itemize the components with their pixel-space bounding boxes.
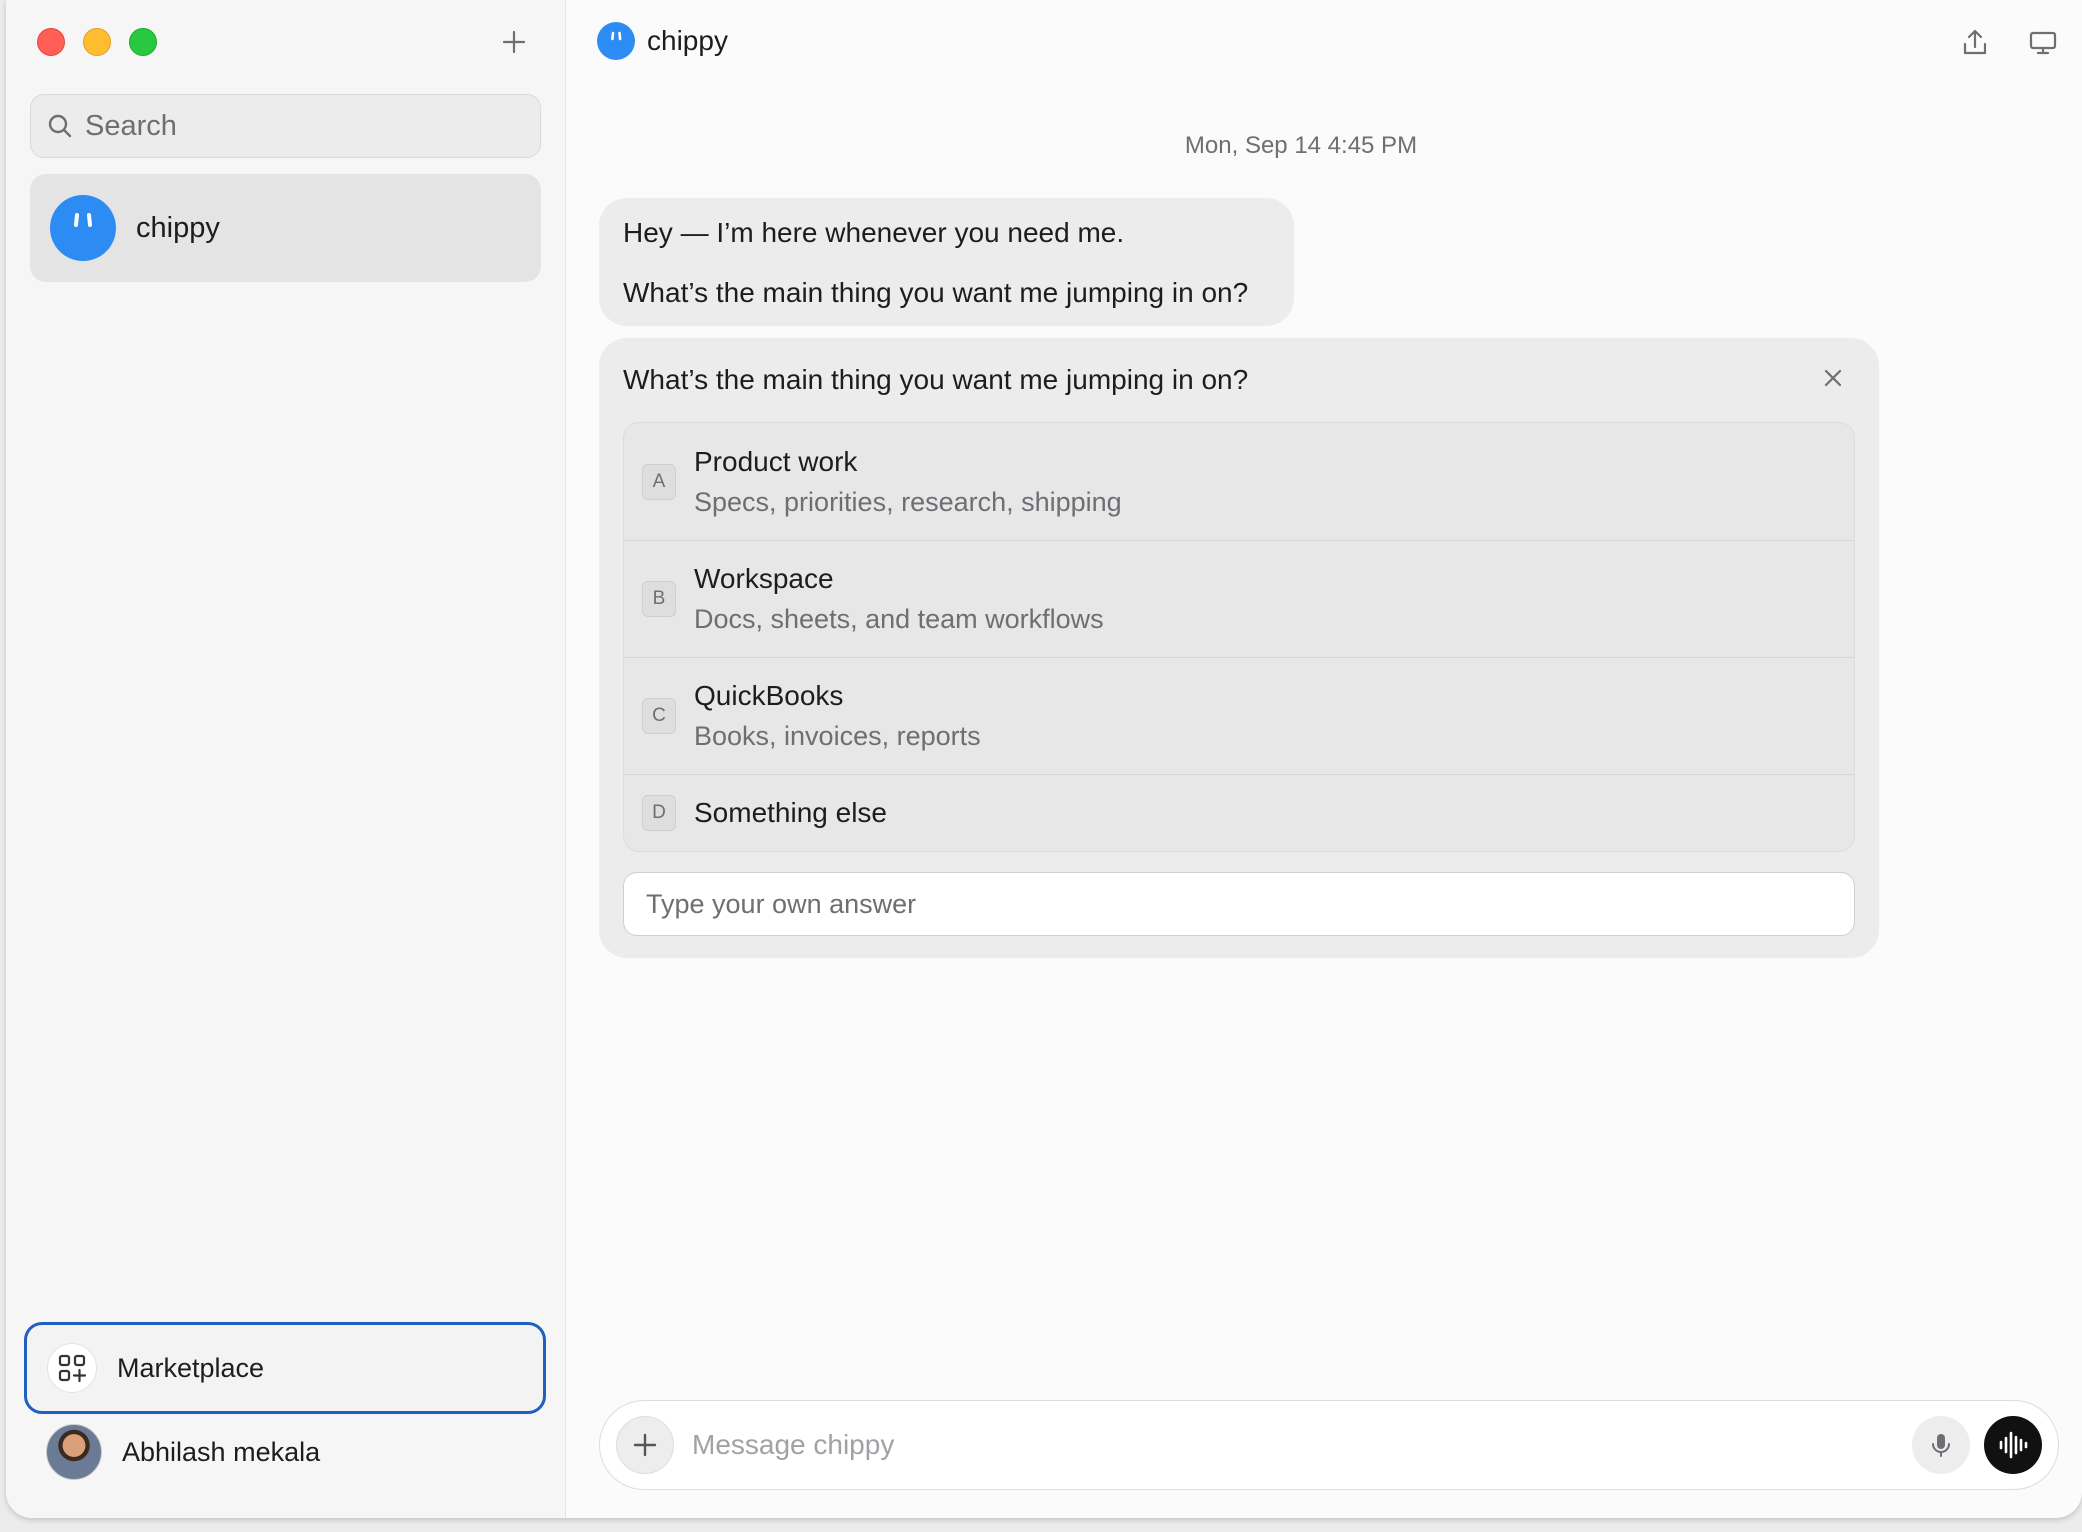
app-window: chippy Marketplace Abhilash mekala: [6, 0, 2082, 1518]
option-key: B: [642, 581, 676, 617]
plus-icon: [633, 1433, 657, 1457]
option-product-work[interactable]: A Product work Specs, priorities, resear…: [624, 423, 1854, 540]
user-profile[interactable]: Abhilash mekala: [46, 1424, 320, 1480]
share-icon: [1963, 29, 1987, 55]
option-description: Specs, priorities, research, shipping: [694, 486, 1122, 517]
search-input[interactable]: [85, 109, 505, 143]
avatar: [46, 1424, 102, 1480]
attach-button[interactable]: [616, 1416, 674, 1474]
marketplace-label: Marketplace: [117, 1352, 265, 1383]
custom-answer-input[interactable]: [623, 872, 1855, 936]
option-label: Product work: [694, 445, 858, 477]
option-key: C: [642, 698, 676, 734]
question-title: What’s the main thing you want me jumpin…: [623, 364, 1249, 395]
grid-plus-icon: [47, 1343, 97, 1393]
zoom-window-button[interactable]: [129, 28, 157, 56]
voice-mode-button[interactable]: [1984, 1416, 2042, 1474]
message-timestamp: Mon, Sep 14 4:45 PM: [1184, 132, 1418, 159]
header-actions: [1956, 24, 2062, 62]
question-card: What’s the main thing you want me jumpin…: [599, 338, 1879, 958]
dismiss-question-button[interactable]: [1813, 358, 1853, 398]
plus-icon: [502, 30, 526, 54]
display-button[interactable]: [2024, 24, 2062, 62]
user-name: Abhilash mekala: [122, 1436, 321, 1467]
assistant-message: Hey — I’m here whenever you need me. Wha…: [599, 198, 1294, 326]
sidebar: chippy Marketplace Abhilash mekala: [6, 0, 566, 1518]
conversation-name: chippy: [136, 211, 220, 244]
option-key: D: [642, 795, 676, 831]
search-box[interactable]: [30, 94, 541, 158]
option-key: A: [642, 463, 676, 500]
bot-face-icon: [597, 22, 635, 60]
message-input[interactable]: [692, 1429, 1912, 1461]
chat-title: chippy: [647, 25, 728, 56]
waveform-icon: [1999, 1431, 2028, 1459]
minimize-window-button[interactable]: [83, 28, 111, 56]
answer-options: A Product work Specs, priorities, resear…: [623, 422, 1855, 852]
option-label: QuickBooks: [694, 680, 844, 711]
option-description: Books, invoices, reports: [694, 721, 981, 751]
share-button[interactable]: [1956, 24, 1994, 62]
bot-face-icon: [50, 195, 116, 261]
message-line: What’s the main thing you want me jumpin…: [623, 277, 1249, 308]
option-workspace[interactable]: B Workspace Docs, sheets, and team workf…: [624, 540, 1854, 657]
marketplace-button[interactable]: Marketplace: [24, 1322, 546, 1414]
chat-header: chippy: [597, 22, 728, 60]
search-icon: [48, 114, 72, 138]
option-label: Workspace: [694, 563, 834, 594]
chat-main: chippy Mon, Sep 14 4:45 PM Hey — I’m her…: [567, 0, 2082, 1518]
microphone-icon: [1932, 1434, 1950, 1457]
dictation-button[interactable]: [1912, 1416, 1970, 1474]
message-composer: [599, 1400, 2059, 1490]
conversation-item-chippy[interactable]: chippy: [30, 174, 541, 282]
option-quickbooks[interactable]: C QuickBooks Books, invoices, reports: [624, 657, 1854, 774]
message-line: Hey — I’m here whenever you need me.: [623, 217, 1125, 248]
option-description: Docs, sheets, and team workflows: [694, 604, 1104, 634]
option-something-else[interactable]: D Something else: [624, 774, 1854, 851]
close-window-button[interactable]: [37, 28, 65, 56]
new-chat-button[interactable]: [494, 22, 534, 62]
close-icon: [1824, 369, 1842, 387]
monitor-icon: [2029, 31, 2057, 55]
window-controls: [37, 28, 157, 56]
option-label: Something else: [694, 797, 888, 828]
